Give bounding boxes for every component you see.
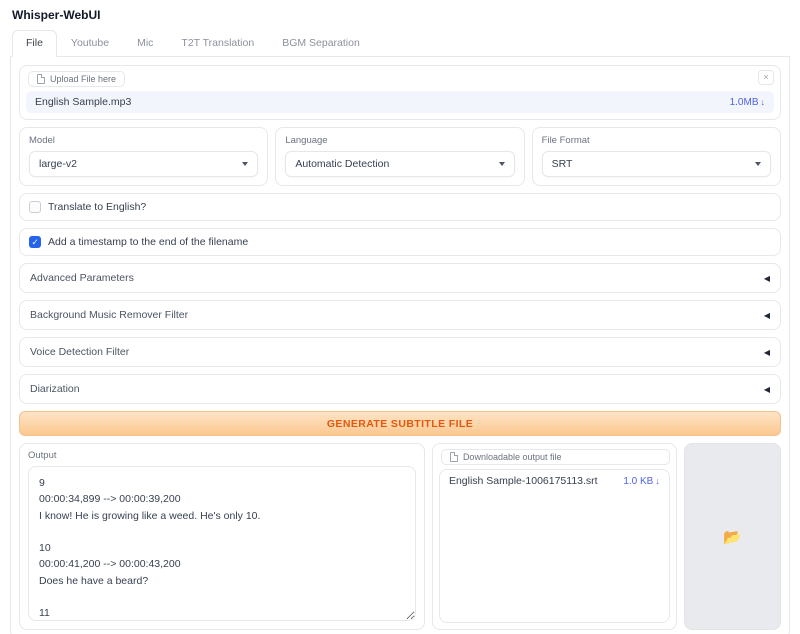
settings-row: Model large-v2 Language Automatic Detect… bbox=[19, 127, 781, 186]
accordion-collapsed-icon: ◀ bbox=[764, 274, 770, 283]
file-format-dropdown[interactable]: SRT bbox=[542, 151, 771, 177]
output-file-download-link[interactable]: 1.0 KB↓ bbox=[623, 476, 660, 487]
folder-icon: 📂 bbox=[723, 528, 742, 546]
tab-file[interactable]: File bbox=[12, 30, 57, 57]
downloadable-output-file-label: Downloadable output file bbox=[441, 449, 670, 465]
accordion-collapsed-icon: ◀ bbox=[764, 311, 770, 320]
output-textarea[interactable]: 9 00:00:34,899 --> 00:00:39,200 I know! … bbox=[28, 466, 416, 621]
upload-file-label-text: Upload File here bbox=[50, 74, 116, 84]
model-dropdown[interactable]: large-v2 bbox=[29, 151, 258, 177]
check-icon: ✓ bbox=[31, 238, 38, 247]
close-icon[interactable]: × bbox=[758, 70, 774, 85]
add-timestamp-option: ✓ Add a timestamp to the end of the file… bbox=[19, 228, 781, 256]
file-icon bbox=[450, 452, 458, 462]
file-tab-panel: Upload File here × English Sample.mp3 1.… bbox=[10, 57, 790, 634]
tab-youtube[interactable]: Youtube bbox=[57, 30, 123, 57]
translate-to-english-checkbox[interactable] bbox=[29, 201, 41, 213]
accordion-diarization[interactable]: Diarization ◀ bbox=[19, 374, 781, 404]
language-dropdown[interactable]: Automatic Detection bbox=[285, 151, 514, 177]
translate-to-english-option: Translate to English? bbox=[19, 193, 781, 221]
upload-file-label: Upload File here bbox=[28, 71, 125, 87]
uploaded-file-row[interactable]: English Sample.mp3 1.0MB↓ bbox=[26, 91, 774, 113]
uploaded-file-name: English Sample.mp3 bbox=[35, 96, 131, 108]
file-format-value: SRT bbox=[552, 158, 573, 170]
accordion-collapsed-icon: ◀ bbox=[764, 348, 770, 357]
output-label: Output bbox=[28, 450, 416, 461]
tab-mic[interactable]: Mic bbox=[123, 30, 167, 57]
language-field: Language Automatic Detection bbox=[275, 127, 524, 186]
chevron-down-icon bbox=[242, 162, 248, 166]
upload-file-component: Upload File here × English Sample.mp3 1.… bbox=[19, 65, 781, 120]
translate-to-english-label: Translate to English? bbox=[48, 201, 146, 213]
results-row: Output 9 00:00:34,899 --> 00:00:39,200 I… bbox=[19, 443, 781, 630]
language-label: Language bbox=[285, 135, 514, 146]
file-format-field: File Format SRT bbox=[532, 127, 781, 186]
accordion-advanced-parameters[interactable]: Advanced Parameters ◀ bbox=[19, 263, 781, 293]
uploaded-file-download-link[interactable]: 1.0MB↓ bbox=[730, 97, 765, 108]
tab-bgm-separation[interactable]: BGM Separation bbox=[268, 30, 374, 57]
file-icon bbox=[37, 74, 45, 84]
model-label: Model bbox=[29, 135, 258, 146]
chevron-down-icon bbox=[755, 162, 761, 166]
language-value: Automatic Detection bbox=[295, 158, 389, 170]
file-format-label: File Format bbox=[542, 135, 771, 146]
downloadable-output-file-label-text: Downloadable output file bbox=[463, 452, 562, 462]
output-file-name: English Sample-1006175113.srt bbox=[449, 475, 598, 487]
output-file-row[interactable]: English Sample-1006175113.srt 1.0 KB↓ bbox=[440, 470, 669, 492]
output-component: Output 9 00:00:34,899 --> 00:00:39,200 I… bbox=[19, 443, 425, 630]
accordion-background-music-remover-filter[interactable]: Background Music Remover Filter ◀ bbox=[19, 300, 781, 330]
model-field: Model large-v2 bbox=[19, 127, 268, 186]
accordion-voice-detection-filter[interactable]: Voice Detection Filter ◀ bbox=[19, 337, 781, 367]
accordion-label: Advanced Parameters bbox=[30, 272, 134, 284]
accordion-collapsed-icon: ◀ bbox=[764, 385, 770, 394]
output-file-size: 1.0 KB bbox=[623, 476, 653, 487]
accordion-label: Background Music Remover Filter bbox=[30, 309, 188, 321]
add-timestamp-checkbox[interactable]: ✓ bbox=[29, 236, 41, 248]
model-value: large-v2 bbox=[39, 158, 77, 170]
file-explorer-panel[interactable]: 📂 bbox=[684, 443, 781, 630]
download-icon: ↓ bbox=[761, 97, 766, 107]
page-title: Whisper-WebUI bbox=[12, 8, 790, 22]
tab-t2t-translation[interactable]: T2T Translation bbox=[167, 30, 268, 57]
output-file-list: English Sample-1006175113.srt 1.0 KB↓ bbox=[439, 469, 670, 623]
downloadable-output-file-component: Downloadable output file English Sample-… bbox=[432, 443, 677, 630]
generate-subtitle-file-button[interactable]: GENERATE SUBTITLE FILE bbox=[19, 411, 781, 436]
tab-bar: File Youtube Mic T2T Translation BGM Sep… bbox=[10, 30, 790, 57]
add-timestamp-label: Add a timestamp to the end of the filena… bbox=[48, 236, 248, 248]
accordion-label: Diarization bbox=[30, 383, 80, 395]
uploaded-file-size: 1.0MB bbox=[730, 97, 759, 108]
download-icon: ↓ bbox=[655, 476, 660, 486]
accordion-label: Voice Detection Filter bbox=[30, 346, 129, 358]
chevron-down-icon bbox=[499, 162, 505, 166]
